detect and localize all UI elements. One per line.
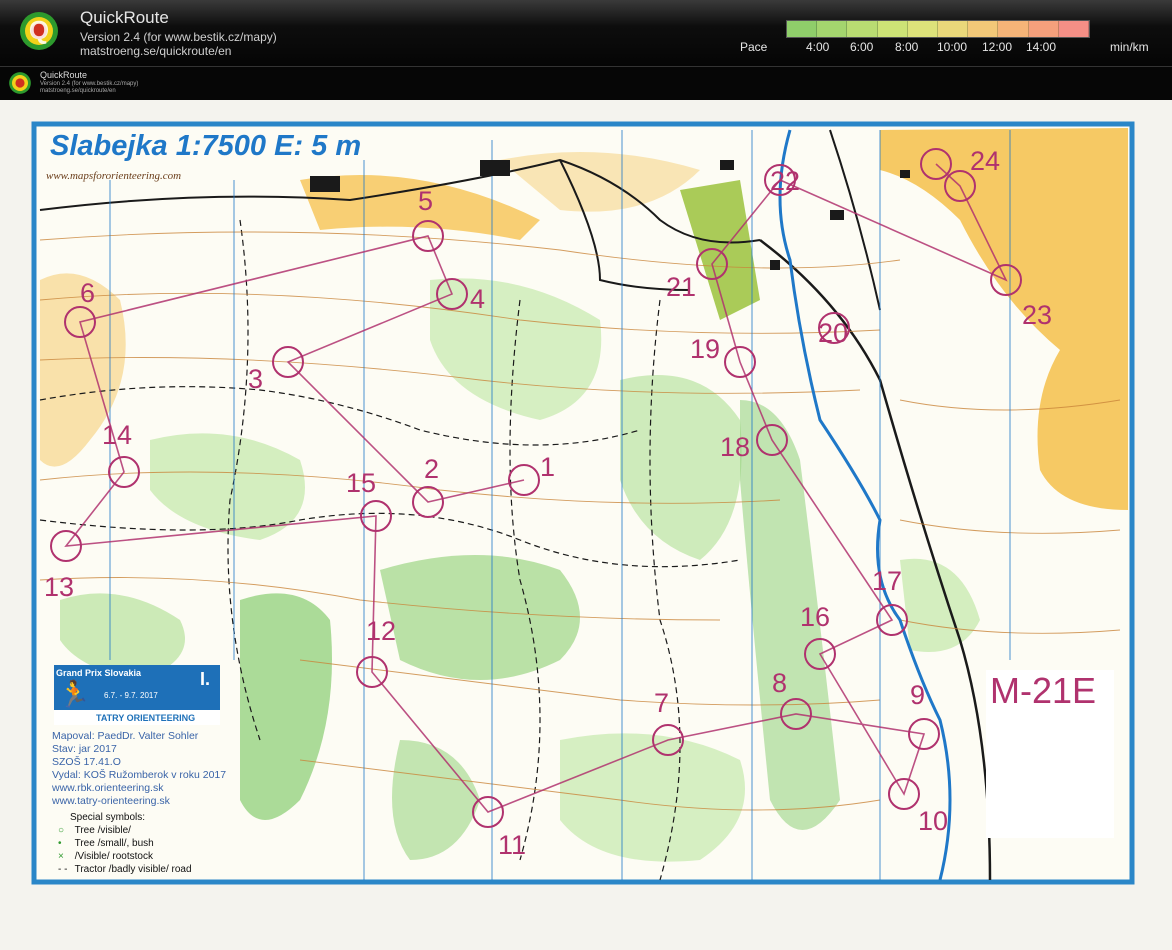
- control-number: 19: [690, 334, 721, 364]
- embedded-header: QuickRoute Version 2.4 (for www.bestik.c…: [0, 66, 1172, 100]
- legend-label: Tree /visible/: [74, 825, 131, 836]
- pace-tick: 10:00: [937, 40, 968, 54]
- control-number: 15: [346, 468, 377, 498]
- pace-color-scale: [786, 20, 1090, 38]
- control-number: 2: [424, 454, 440, 484]
- control-number: 10: [918, 806, 949, 836]
- runner-icon: 🏃: [58, 679, 91, 709]
- info-line: Stav: jar 2017: [52, 743, 117, 755]
- event-dates: 6.7. - 9.7. 2017: [104, 691, 158, 700]
- legend-label: Tractor /badly visible/ road: [74, 864, 192, 875]
- map-website: www.mapsfororienteering.com: [46, 170, 182, 182]
- tree-symbol-icon: ○: [58, 825, 65, 836]
- pace-color-segment: [1058, 21, 1090, 37]
- legend-label: /Visible/ rootstock: [74, 851, 153, 862]
- control-number: 22: [770, 166, 801, 196]
- app-url: matstroeng.se/quickroute/en: [80, 44, 232, 58]
- legend-label: Tree /small/, bush: [74, 838, 154, 849]
- legend-item: - - Tractor /badly visible/ road: [58, 864, 192, 875]
- control-number: 8: [772, 668, 788, 698]
- pace-color-segment: [1028, 21, 1059, 37]
- event-logo: Grand Prix Slovakia 🏃 6.7. - 9.7. 2017 I…: [54, 665, 220, 725]
- rootstock-symbol-icon: ×: [58, 851, 64, 862]
- event-organizer: TATRY ORIENTEERING: [96, 713, 196, 723]
- control-number: 16: [800, 602, 831, 632]
- orienteering-map[interactable]: Slabejka 1:7500 E: 5 m www.mapsfororient…: [0, 100, 1172, 950]
- legend-item: • Tree /small/, bush: [58, 838, 154, 849]
- info-line: SZOŠ 17.41.O: [52, 756, 121, 768]
- pace-color-segment: [968, 21, 999, 37]
- pace-color-segment: [907, 21, 939, 37]
- embedded-app-url: matstroeng.se/quickroute/en: [40, 88, 116, 94]
- course-class: M-21E: [990, 670, 1097, 711]
- event-title: Grand Prix Slovakia: [56, 668, 142, 678]
- info-line: Vydal: KOŠ Ružomberok v roku 2017: [52, 769, 227, 781]
- event-footer: TATRY ORIENTEERING: [54, 710, 220, 725]
- control-number: 11: [498, 830, 527, 860]
- app-title: QuickRoute: [80, 8, 169, 27]
- pace-tick: 14:00: [1026, 40, 1057, 54]
- control-number: 18: [720, 432, 751, 462]
- map-title: Slabejka 1:7500 E: 5 m: [50, 130, 362, 162]
- control-number: 13: [44, 572, 75, 602]
- info-line: Mapoval: PaedDr. Valter Sohler: [52, 730, 199, 742]
- control-number: 21: [666, 272, 697, 302]
- quickroute-logo-icon: [9, 72, 31, 94]
- control-number: 7: [654, 688, 670, 718]
- control-number: 23: [1022, 300, 1053, 330]
- control-number: 5: [418, 186, 434, 216]
- control-number: 1: [540, 452, 556, 482]
- quickroute-logo-icon: Q: [20, 12, 58, 50]
- legend-title: Special symbols:: [70, 812, 146, 823]
- control-number: 4: [470, 284, 486, 314]
- quickroute-header: Q QuickRoute Version 2.4 (for www.bestik…: [0, 0, 1172, 66]
- tractor-road-symbol-icon: - -: [58, 864, 68, 875]
- control-number: 6: [80, 278, 96, 308]
- control-number: 12: [366, 616, 397, 646]
- info-line: www.tatry-orienteering.sk: [52, 795, 170, 807]
- pace-color-segment: [787, 21, 818, 37]
- legend-item: × /Visible/ rootstock: [58, 851, 153, 862]
- pace-label: Pace: [740, 40, 768, 54]
- control-number: 3: [248, 364, 264, 394]
- svg-text:Q: Q: [29, 15, 49, 45]
- control-number: 9: [910, 680, 926, 710]
- pace-color-segment: [938, 21, 969, 37]
- pace-color-segment: [817, 21, 848, 37]
- control-number: 20: [818, 318, 849, 348]
- legend-item: ○ Tree /visible/: [58, 825, 131, 836]
- control-number: 17: [872, 566, 903, 596]
- embedded-app-title: QuickRoute: [40, 70, 88, 80]
- control-number: 24: [970, 146, 1001, 176]
- bush-symbol-icon: •: [58, 838, 62, 849]
- pace-unit: min/km: [1110, 40, 1149, 54]
- app-version: Version 2.4 (for www.bestik.cz/mapy): [80, 30, 277, 44]
- pace-color-segment: [877, 21, 908, 37]
- pace-color-segment: [847, 21, 878, 37]
- control-number: 14: [102, 420, 133, 450]
- pace-tick: 12:00: [982, 40, 1013, 54]
- pace-tick: 6:00: [850, 40, 874, 54]
- embedded-app-version: Version 2.4 (for www.bestik.cz/mapy): [40, 81, 139, 87]
- pace-color-segment: [998, 21, 1029, 37]
- event-stage: I.: [200, 669, 211, 689]
- info-line: www.rbk.orienteering.sk: [52, 782, 164, 794]
- pace-tick: 4:00: [806, 40, 830, 54]
- pace-tick: 8:00: [895, 40, 919, 54]
